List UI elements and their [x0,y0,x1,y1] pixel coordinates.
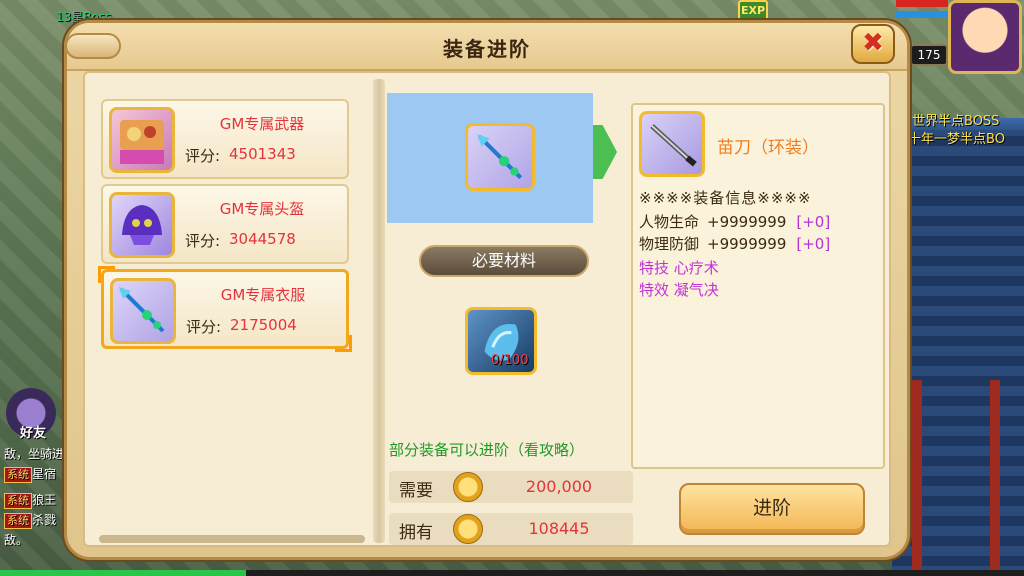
cost-have-row: 拥有 108445 [389,513,633,545]
equipment-advance-dialog: 装备进阶 ✖ GM专属武器 评分: 4501343 GM专属头盔 评分: 304 [64,20,910,560]
system-tag: 系统 [4,513,32,529]
have-value: 108445 [528,519,590,538]
dialog-title: 装备进阶 [443,37,531,61]
item-name: 苗刀（环装） [717,138,819,158]
special-skill: 特技 心疗术 [639,259,719,277]
close-button[interactable]: ✖ [851,24,895,64]
material-count: 0/100 [491,353,529,368]
close-icon: ✖ [862,28,884,58]
dialog-title-bar: 装备进阶 ✖ [65,23,907,71]
coin-icon [453,472,483,502]
equipment-card-helmet[interactable]: GM专属头盔 评分: 3044578 [101,184,349,264]
preview-area [387,93,593,223]
exp-badge[interactable]: EXP [738,0,768,22]
hp-bar [896,0,948,7]
spear-icon [110,278,176,344]
equipment-name: GM专属头盔 [219,200,305,218]
list-scrollbar[interactable] [99,535,365,543]
score-value: 4501343 [229,145,296,163]
spear-icon[interactable] [465,123,535,191]
helmet-icon [109,192,175,258]
system-tag: 系统 [4,493,32,509]
saber-icon[interactable] [639,111,705,177]
score-value: 2175004 [230,316,297,334]
arrow-right-icon [593,125,617,179]
score-label: 评分: [186,318,222,336]
weapon-crate-icon [109,107,175,173]
coin-icon [453,514,483,544]
stat-hp: 人物生命 +9999999 [+0] [639,213,831,231]
experience-bar [0,570,1024,576]
special-effect: 特效 凝气决 [639,281,719,299]
equipment-card-weapon[interactable]: GM专属武器 评分: 4501343 [101,99,349,179]
materials-banner: 必要材料 [419,245,589,277]
mp-bar [896,11,948,18]
equipment-list: GM专属武器 评分: 4501343 GM专属头盔 评分: 3044578 GM… [98,99,353,354]
score-value: 3044578 [229,230,296,248]
cost-need-row: 需要 200,000 [389,471,633,503]
player-level: 175 [910,44,948,66]
stat-defense: 物理防御 +9999999 [+0] [639,235,831,253]
equipment-name: GM专属武器 [219,115,305,133]
info-header: ※※※※装备信息※※※※ [639,189,812,207]
building-pillar [912,380,922,570]
player-avatar[interactable] [948,0,1022,74]
dialog-content: GM专属武器 评分: 4501343 GM专属头盔 评分: 3044578 GM… [83,71,891,547]
need-label: 需要 [399,481,433,501]
have-label: 拥有 [399,523,433,543]
equipment-name: GM专属衣服 [220,286,306,304]
equipment-info-panel: 苗刀（环装） ※※※※装备信息※※※※ 人物生命 +9999999 [+0] 物理防… [631,103,885,469]
building-pillar [990,380,1000,570]
panel-divider [373,79,385,543]
advance-button[interactable]: 进阶 [679,483,865,535]
need-value: 200,000 [525,477,593,496]
equipment-card-clothes[interactable]: GM专属衣服 评分: 2175004 [98,266,352,352]
system-tag: 系统 [4,467,32,483]
advance-hint-link[interactable]: 部分装备可以进阶（看攻略） [389,439,629,460]
friend-label: 好友 [20,426,47,441]
dream-boss-title[interactable]: 十年一梦半点BO [908,128,1005,147]
score-label: 评分: [185,147,221,165]
world-boss-title[interactable]: 世界半点BOSS [912,110,999,129]
score-label: 评分: [185,232,221,250]
